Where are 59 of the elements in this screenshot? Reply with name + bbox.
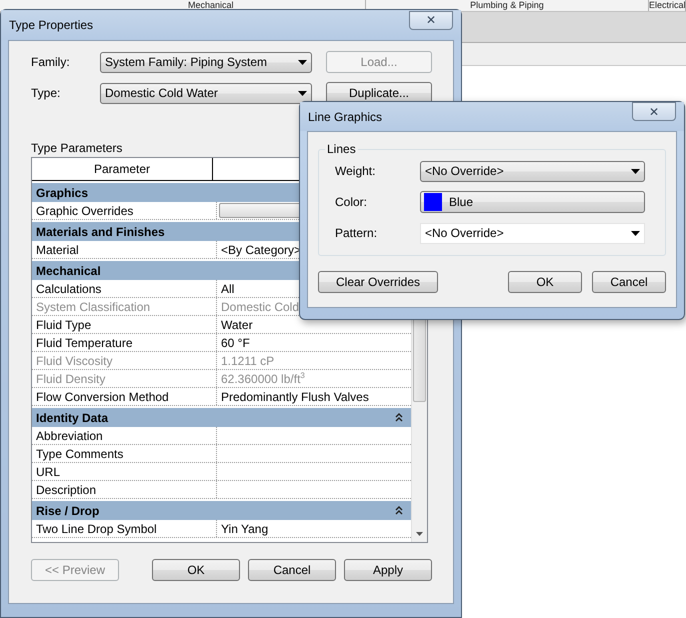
collapse-icon[interactable] bbox=[395, 413, 404, 422]
parameter-name: Material bbox=[36, 242, 79, 256]
parameter-value: 1.1211 cP bbox=[221, 354, 274, 368]
parameter-name: Flow Conversion Method bbox=[36, 390, 169, 404]
type-dropdown[interactable]: Domestic Cold Water bbox=[100, 82, 312, 104]
dialog-button[interactable]: Clear Overrides bbox=[318, 271, 438, 293]
dialog-button[interactable]: OK bbox=[508, 271, 582, 293]
close-button[interactable]: ✕ bbox=[409, 10, 453, 30]
parameter-value: 60 °F bbox=[221, 336, 250, 350]
parameter-value: Yin Yang bbox=[221, 522, 268, 536]
group-header: Mechanical bbox=[36, 264, 101, 278]
dialog-button[interactable]: Apply bbox=[344, 559, 432, 581]
dropdown-arrow-icon bbox=[631, 168, 640, 174]
section-label: Type Parameters bbox=[31, 141, 122, 157]
parameter-value: 62.360000 lb/ft$^{3}$ bbox=[221, 371, 305, 386]
dropdown-arrow-icon bbox=[298, 90, 307, 96]
dialog-button[interactable]: Cancel bbox=[248, 559, 336, 581]
parameter-name: Graphic Overrides bbox=[36, 204, 134, 218]
parameter-name: System Classification bbox=[36, 300, 150, 314]
parameter-name: Fluid Viscosity bbox=[36, 354, 112, 368]
field-label: Pattern: bbox=[335, 226, 378, 240]
parameter-name: Fluid Type bbox=[36, 318, 92, 332]
scroll-down-icon[interactable] bbox=[416, 532, 424, 536]
parameter-value: All bbox=[221, 282, 234, 296]
parameter-name: Type Comments bbox=[36, 446, 124, 460]
field-label: Type: bbox=[31, 86, 62, 100]
field-label: Weight: bbox=[335, 164, 376, 178]
group-header: Identity Data bbox=[36, 410, 108, 424]
dropdown-arrow-icon bbox=[631, 230, 640, 236]
parameter-value: Water bbox=[221, 318, 253, 332]
parameter-name: Description bbox=[36, 482, 96, 496]
weight-dropdown[interactable]: <No Override> bbox=[420, 160, 645, 182]
ribbon-tab[interactable]: Electrical bbox=[649, 0, 686, 11]
parameter-value: <By Category> bbox=[221, 242, 302, 256]
field-label: Family: bbox=[31, 55, 71, 69]
collapse-icon[interactable] bbox=[395, 506, 404, 515]
parameter-name: Calculations bbox=[36, 282, 102, 296]
group-label: Lines bbox=[326, 142, 357, 156]
parameter-name: Abbreviation bbox=[36, 428, 103, 442]
group-header: Rise / Drop bbox=[36, 504, 100, 518]
dialog-button[interactable]: OK bbox=[152, 559, 240, 581]
group-header: Graphics bbox=[36, 186, 88, 200]
window-title: Type Properties bbox=[9, 18, 94, 32]
family-dropdown[interactable]: System Family: Piping System bbox=[100, 52, 312, 72]
parameter-name: Fluid Density bbox=[36, 372, 106, 386]
parameter-name: URL bbox=[36, 464, 60, 478]
column-header: Parameter bbox=[32, 158, 213, 180]
parameter-name: Fluid Temperature bbox=[36, 336, 132, 350]
dropdown-arrow-icon bbox=[298, 60, 307, 64]
dialog-button[interactable]: Cancel bbox=[592, 271, 666, 293]
color-button[interactable]: Blue bbox=[420, 191, 645, 213]
parameter-name: Two Line Drop Symbol bbox=[36, 522, 157, 536]
window-title: Line Graphics bbox=[308, 110, 382, 124]
group-header: Materials and Finishes bbox=[36, 224, 165, 238]
pattern-dropdown[interactable]: <No Override> bbox=[420, 222, 645, 244]
parameter-value: Domestic Cold bbox=[221, 300, 300, 314]
close-button[interactable]: ✕ bbox=[632, 102, 676, 121]
field-label: Color: bbox=[335, 195, 368, 209]
parameter-value: Predominantly Flush Valves bbox=[221, 390, 369, 404]
